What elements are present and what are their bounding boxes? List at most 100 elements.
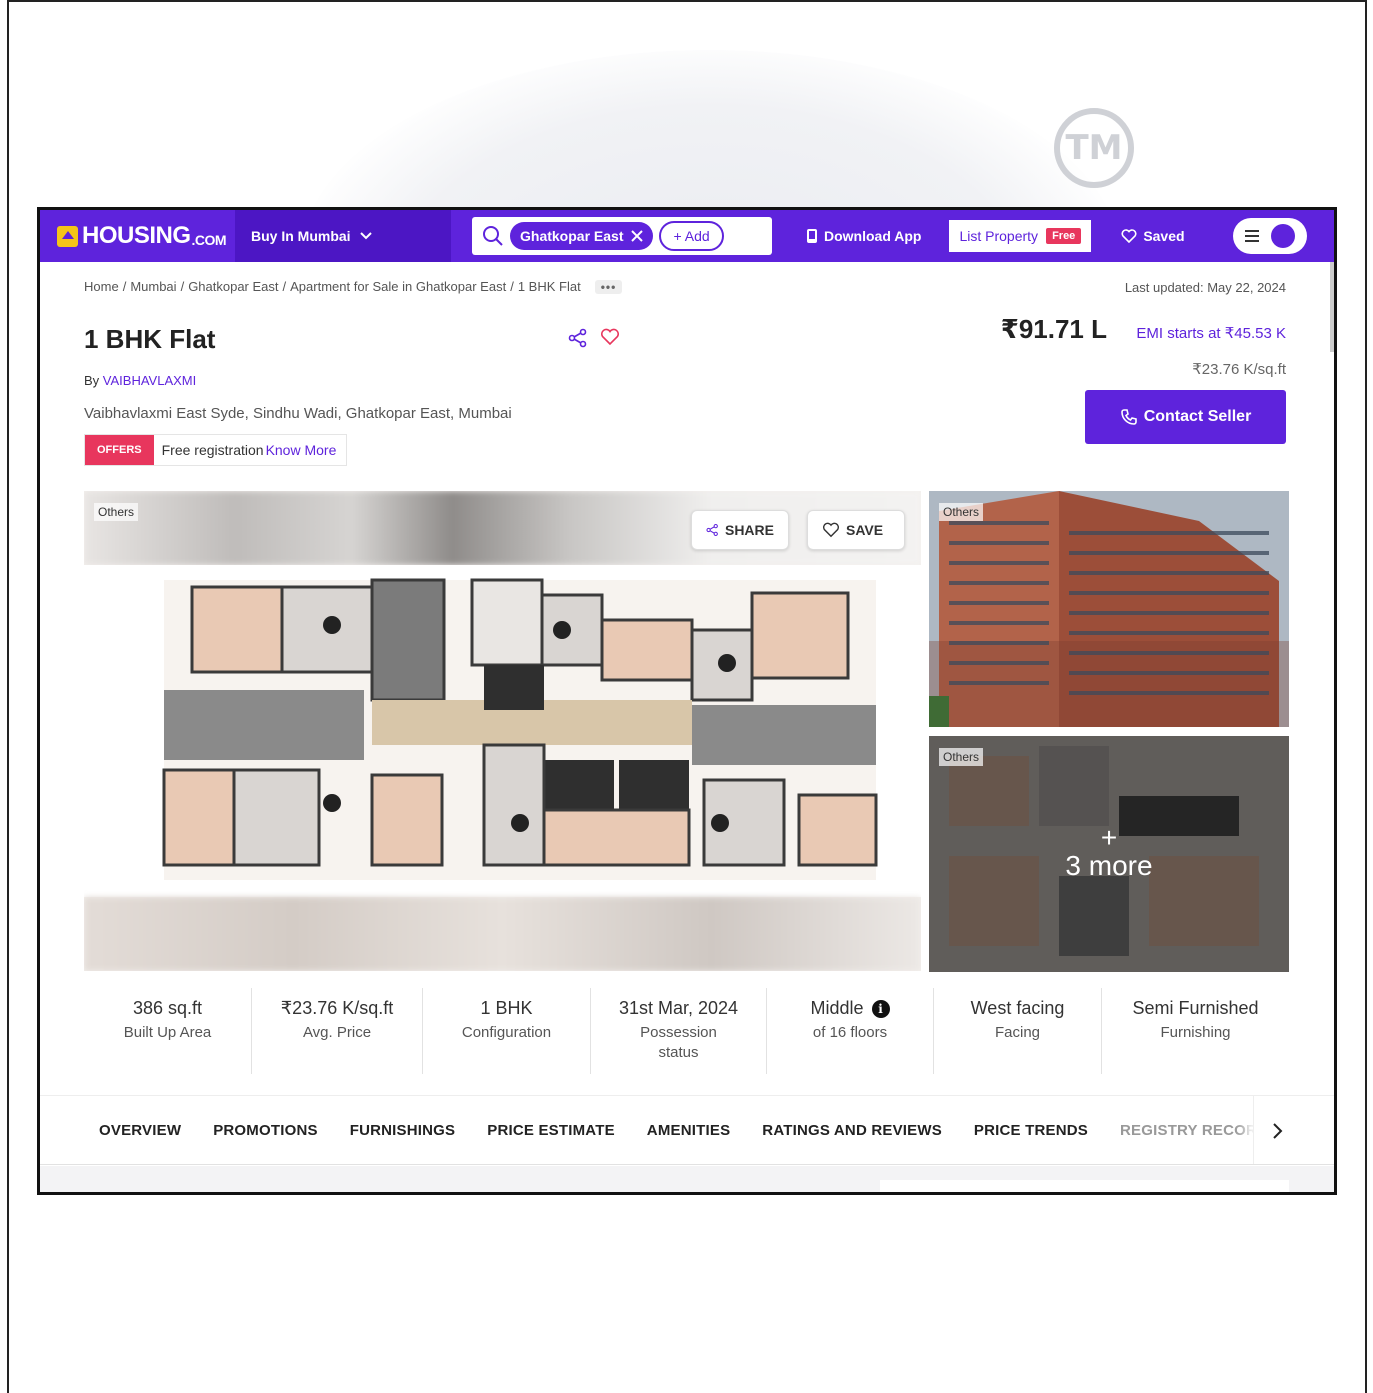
more-photos-count: 3 more: [1065, 850, 1153, 881]
tab-price-trends[interactable]: PRICE TRENDS: [974, 1122, 1088, 1139]
stat-label: Furnishing: [1160, 1024, 1231, 1041]
photo-category-tag: Others: [939, 748, 984, 766]
blurred-photo-strip: [84, 491, 921, 565]
blurred-photo-strip-bottom: [84, 897, 921, 971]
by-prefix: By: [84, 373, 100, 388]
breadcrumb-home[interactable]: Home: [84, 279, 119, 294]
main-floor-plan-photo[interactable]: Others SHARE SAVE: [84, 491, 921, 971]
heart-icon: [1121, 229, 1137, 243]
more-photos-overlay: + 3 more: [929, 736, 1289, 972]
offers-text-wrap: Free registration Know More: [154, 435, 347, 465]
tab-ratings-and-reviews[interactable]: RATINGS AND REVIEWS: [762, 1122, 942, 1139]
developer-line: By VAIBHAVLAXMI: [84, 373, 196, 388]
tab-overview[interactable]: OVERVIEW: [99, 1122, 181, 1139]
info-icon[interactable]: i: [871, 999, 890, 1018]
stat-value: 386 sq.ft: [132, 998, 203, 1018]
save-label: SAVE: [846, 522, 884, 538]
property-address: Vaibhavlaxmi East Syde, Sindhu Wadi, Gha…: [84, 405, 512, 422]
chevron-down-icon: [359, 232, 372, 240]
know-more-link[interactable]: Know More: [266, 442, 337, 458]
list-property-label: List Property: [959, 228, 1039, 244]
property-highlights: 386 sq.ft Built Up Area ₹23.76 K/sq.ft A…: [84, 988, 1289, 1074]
stat-avg-price: ₹23.76 K/sq.ft Avg. Price: [252, 988, 423, 1074]
share-button[interactable]: SHARE: [691, 510, 789, 550]
contact-seller-button[interactable]: Contact Seller: [1085, 390, 1286, 444]
offers-badge: OFFERS: [85, 435, 154, 465]
breadcrumb-category[interactable]: Apartment for Sale in Ghatkopar East: [290, 279, 506, 294]
close-icon[interactable]: [631, 230, 644, 242]
search-input[interactable]: Ghatkopar East + Add: [472, 217, 772, 255]
share-icon: [706, 523, 718, 537]
tab-price-estimate[interactable]: PRICE ESTIMATE: [487, 1122, 615, 1139]
housing-logo[interactable]: HOUSING .COM: [40, 210, 235, 262]
breadcrumb-separator: /: [122, 279, 127, 294]
stat-configuration: 1 BHK Configuration: [423, 988, 591, 1074]
avatar: [1271, 224, 1296, 248]
stat-furnishing: Semi Furnished Furnishing: [1102, 988, 1289, 1074]
stat-label: Avg. Price: [302, 1024, 372, 1041]
stat-built-up-area: 386 sq.ft Built Up Area: [84, 988, 252, 1074]
stat-label: Built Up Area: [123, 1024, 212, 1041]
tab-promotions[interactable]: PROMOTIONS: [213, 1122, 318, 1139]
developer-link[interactable]: VAIBHAVLAXMI: [103, 373, 196, 388]
emi-link[interactable]: EMI starts at ₹45.53 K: [1136, 324, 1286, 342]
add-locality-button[interactable]: + Add: [659, 221, 724, 251]
stat-value: ₹23.76 K/sq.ft: [280, 998, 394, 1018]
list-property-button[interactable]: List Property Free: [949, 220, 1092, 252]
breadcrumb-more-button[interactable]: •••: [594, 279, 623, 294]
phone-call-icon: [1120, 409, 1137, 425]
breadcrumb-city[interactable]: Mumbai: [130, 279, 176, 294]
tab-amenities[interactable]: AMENITIES: [647, 1122, 730, 1139]
stat-value: 1 BHK: [480, 998, 533, 1018]
building-photo[interactable]: Others: [929, 491, 1289, 727]
breadcrumb-current: 1 BHK Flat: [517, 279, 581, 294]
stat-value: Middle: [810, 998, 864, 1018]
breadcrumb: Home / Mumbai / Ghatkopar East / Apartment …: [84, 279, 623, 294]
locality-chip-label: Ghatkopar East: [520, 228, 624, 244]
save-button[interactable]: SAVE: [807, 510, 905, 550]
city-selector-dropdown[interactable]: Buy In Mumbai: [235, 210, 451, 262]
price-per-sqft: ₹23.76 K/sq.ft: [1192, 361, 1286, 378]
phone-icon: [807, 229, 817, 243]
city-selector-label: Buy In Mumbai: [251, 228, 351, 244]
stat-label: of 16 floors: [812, 1024, 888, 1041]
saved-button[interactable]: Saved: [1121, 228, 1185, 244]
browser-screenshot: HOUSING .COM Buy In Mumbai Ghatkopar Eas…: [37, 207, 1337, 1195]
title-actions: [568, 328, 620, 348]
building-image: [929, 491, 1289, 727]
breadcrumb-locality[interactable]: Ghatkopar East: [188, 279, 278, 294]
floor-plan-image: [84, 565, 921, 897]
photo-category-tag: Others: [939, 503, 984, 521]
stat-floor: Middle i of 16 floors: [767, 988, 934, 1074]
page-bottom-card: [880, 1180, 1289, 1192]
logo-text: HOUSING: [82, 222, 191, 249]
download-app-button[interactable]: Download App: [806, 228, 921, 244]
favourite-heart-icon[interactable]: [600, 328, 620, 346]
hamburger-icon: [1245, 230, 1260, 242]
heart-icon: [823, 522, 839, 538]
saved-label: Saved: [1143, 228, 1185, 244]
share-icon[interactable]: [568, 328, 588, 348]
logo-house-icon: [57, 225, 78, 247]
stat-facing: West facing Facing: [934, 988, 1102, 1074]
stat-value: 31st Mar, 2024: [618, 998, 739, 1018]
stat-label: Configuration: [461, 1024, 552, 1041]
stat-value: West facing: [970, 998, 1065, 1018]
floor-plan-drawing: [162, 578, 878, 880]
page-scrollbar[interactable]: [1330, 262, 1334, 352]
stat-value: Semi Furnished: [1132, 998, 1259, 1018]
account-menu-button[interactable]: [1232, 218, 1307, 254]
breadcrumb-separator: /: [510, 279, 514, 294]
more-photos-tile[interactable]: + 3 more Others: [929, 736, 1289, 972]
last-updated-text: Last updated: May 22, 2024: [1124, 280, 1286, 295]
offers-banner: OFFERS Free registration Know More: [84, 434, 348, 466]
top-navigation-bar: HOUSING .COM Buy In Mumbai Ghatkopar Eas…: [40, 210, 1334, 262]
stat-label: Possession status: [640, 1024, 717, 1061]
offers-text: Free registration: [161, 442, 264, 458]
tabs-scroll-right-button[interactable]: [1253, 1096, 1299, 1164]
locality-chip[interactable]: Ghatkopar East: [510, 222, 654, 250]
listing-price: ₹91.71 L: [1000, 314, 1107, 344]
plus-icon: +: [1100, 822, 1118, 853]
tab-furnishings[interactable]: FURNISHINGS: [350, 1122, 456, 1139]
chevron-right-icon: [1272, 1123, 1282, 1139]
